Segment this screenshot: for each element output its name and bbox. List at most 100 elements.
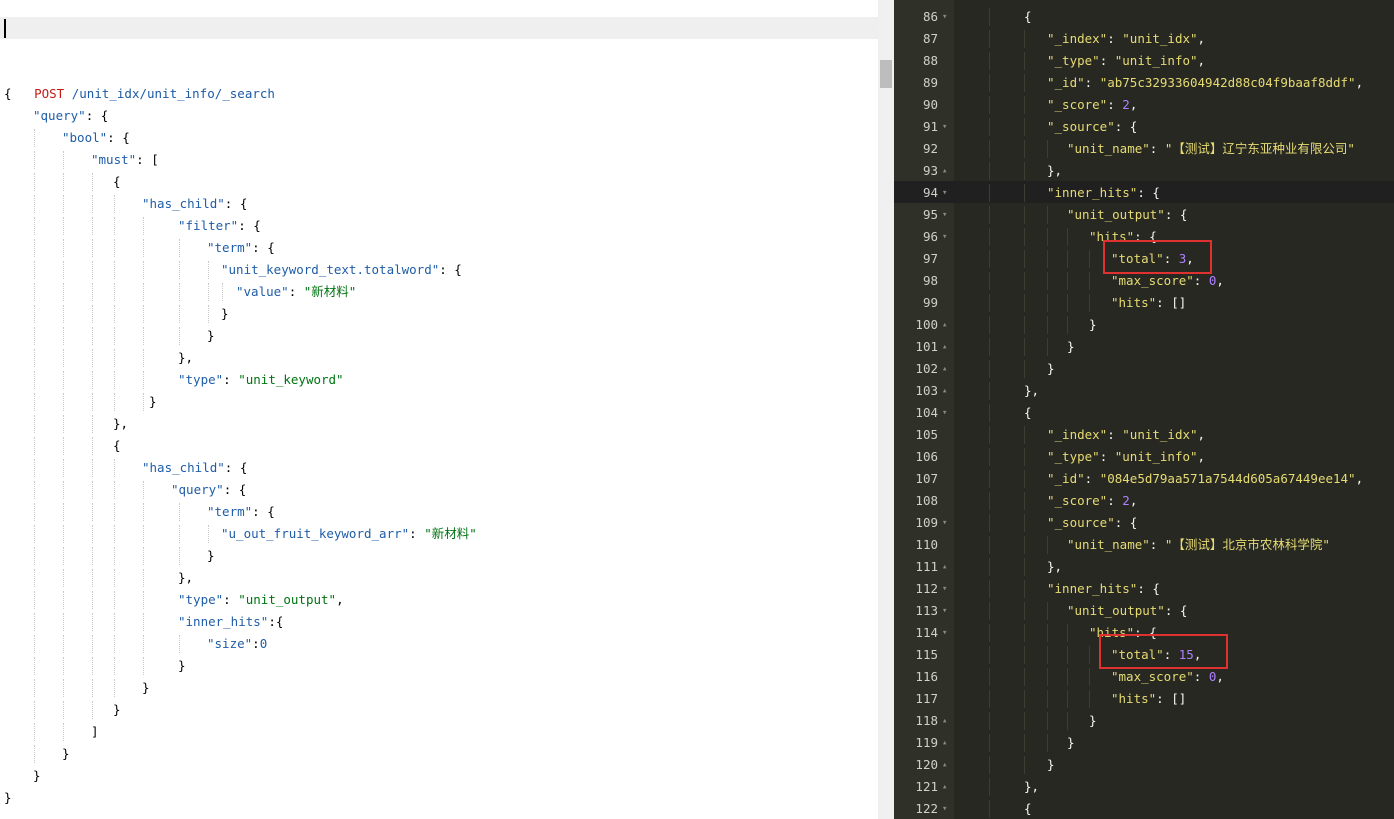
json-key: "inner_hits" <box>1047 185 1138 200</box>
response-code: } <box>1089 710 1097 732</box>
request-code-line[interactable]: } <box>149 391 157 413</box>
request-code-line[interactable]: "inner_hits":{ <box>178 611 283 633</box>
fold-close-icon[interactable]: ▴ <box>942 380 947 402</box>
indent-guide <box>1047 338 1048 356</box>
json-punct: } <box>1047 361 1055 376</box>
json-punct: : <box>252 636 260 651</box>
scrollbar-thumb[interactable] <box>880 60 892 88</box>
request-code-line[interactable]: "type": "unit_output", <box>178 589 344 611</box>
fold-open-icon[interactable]: ▾ <box>942 402 947 424</box>
fold-open-icon[interactable]: ▾ <box>942 182 947 204</box>
indent-guide <box>989 536 990 554</box>
indent-guide <box>34 437 35 455</box>
response-code: "unit_output": { <box>1067 204 1187 226</box>
request-code-line[interactable]: "unit_keyword_text.totalword": { <box>221 259 462 281</box>
indent-guide <box>63 327 64 345</box>
json-punct: } <box>113 702 121 717</box>
indent-guide <box>989 514 990 532</box>
request-code-line[interactable]: }, <box>113 413 128 435</box>
fold-open-icon[interactable]: ▾ <box>942 116 947 138</box>
json-punct: : <box>223 592 239 607</box>
fold-close-icon[interactable]: ▴ <box>942 314 947 336</box>
request-code-line[interactable]: { <box>4 83 12 105</box>
indent-guide <box>92 679 93 697</box>
line-number: 96 <box>922 229 938 244</box>
json-punct: ] <box>91 724 99 739</box>
line-number: 115 <box>915 647 938 662</box>
json-key: "u_out_fruit_keyword_arr" <box>221 526 410 541</box>
request-code-line[interactable]: { <box>113 171 121 193</box>
indent-guide <box>114 261 115 279</box>
fold-open-icon[interactable]: ▾ <box>942 6 947 28</box>
indent-guide <box>1024 30 1025 48</box>
request-code-line[interactable]: "term": { <box>207 237 275 259</box>
request-code-line[interactable]: } <box>221 303 229 325</box>
request-code-line[interactable]: "query": { <box>33 105 108 127</box>
request-code-line[interactable]: "has_child": { <box>142 457 247 479</box>
editor-scrollbar[interactable] <box>878 0 894 819</box>
indent-guide <box>34 217 35 235</box>
fold-close-icon[interactable]: ▴ <box>942 358 947 380</box>
fold-open-icon[interactable]: ▾ <box>942 226 947 248</box>
indent-guide <box>92 415 93 433</box>
fold-close-icon[interactable]: ▴ <box>942 776 947 798</box>
fold-close-icon[interactable]: ▴ <box>942 732 947 754</box>
request-code-line[interactable]: "has_child": { <box>142 193 247 215</box>
indent-guide <box>92 349 93 367</box>
fold-close-icon[interactable]: ▴ <box>942 710 947 732</box>
json-punct: : { <box>1137 581 1160 596</box>
json-punct: : <box>1099 53 1115 68</box>
json-punct: } <box>62 746 70 761</box>
fold-open-icon[interactable]: ▾ <box>942 622 947 644</box>
json-punct: , <box>1197 53 1206 68</box>
indent-guide <box>143 613 144 631</box>
fold-open-icon[interactable]: ▾ <box>942 600 947 622</box>
indent-guide <box>989 778 990 796</box>
request-code-line[interactable]: "must": [ <box>91 149 159 171</box>
fold-open-icon[interactable]: ▾ <box>942 578 947 600</box>
indent-guide <box>34 459 35 477</box>
response-code: } <box>1067 336 1075 358</box>
request-code-line[interactable]: } <box>62 743 70 765</box>
request-code-line[interactable]: } <box>113 699 121 721</box>
fold-open-icon[interactable]: ▾ <box>942 204 947 226</box>
request-code-line[interactable]: "size":0 <box>207 633 267 655</box>
indent-guide <box>63 679 64 697</box>
fold-close-icon[interactable]: ▴ <box>942 556 947 578</box>
json-punct: : { <box>1114 515 1138 530</box>
indent-guide <box>1047 734 1048 752</box>
request-code-line[interactable]: } <box>207 545 215 567</box>
indent-guide <box>1024 140 1025 158</box>
request-code-line[interactable]: } <box>207 325 215 347</box>
json-punct: : { <box>1164 207 1188 222</box>
line-number: 98 <box>922 273 938 288</box>
request-code-line[interactable]: }, <box>178 347 193 369</box>
request-code-line[interactable]: "bool": { <box>62 127 130 149</box>
request-code-line[interactable]: } <box>178 655 186 677</box>
request-code-line[interactable]: }, <box>178 567 193 589</box>
response-viewer[interactable]: 86 ▾ {87 "_index": "unit_idx", 88 "_type": "u… <box>894 0 1394 819</box>
fold-open-icon[interactable]: ▾ <box>942 798 947 819</box>
request-code-line[interactable]: "query": { <box>171 479 246 501</box>
fold-close-icon[interactable]: ▴ <box>942 754 947 776</box>
indent-guide <box>989 140 990 158</box>
request-code-line[interactable]: } <box>33 765 41 787</box>
request-line[interactable]: POST /unit_idx/unit_info/_search <box>4 61 275 101</box>
request-code-line[interactable]: "filter": { <box>178 215 261 237</box>
fold-open-icon[interactable]: ▾ <box>942 512 947 534</box>
request-code-line[interactable]: "value": "新材料" <box>236 281 356 303</box>
request-code-line[interactable]: "u_out_fruit_keyword_arr": "新材料" <box>221 523 477 545</box>
request-code-line[interactable]: ] <box>91 721 99 743</box>
request-editor[interactable]: POST /unit_idx/unit_info/_search { "query… <box>0 0 878 819</box>
line-number: 122 <box>915 801 938 816</box>
request-url: /unit_idx/unit_info/_search <box>64 86 275 101</box>
indent-guide <box>1024 294 1025 312</box>
request-code-line[interactable]: } <box>4 787 12 809</box>
request-code-line[interactable]: { <box>113 435 121 457</box>
request-code-line[interactable]: "type": "unit_keyword" <box>178 369 344 391</box>
request-code-line[interactable]: "term": { <box>207 501 275 523</box>
request-code-line[interactable]: } <box>142 677 150 699</box>
fold-close-icon[interactable]: ▴ <box>942 336 947 358</box>
json-punct: { <box>113 438 121 453</box>
fold-close-icon[interactable]: ▴ <box>942 160 947 182</box>
